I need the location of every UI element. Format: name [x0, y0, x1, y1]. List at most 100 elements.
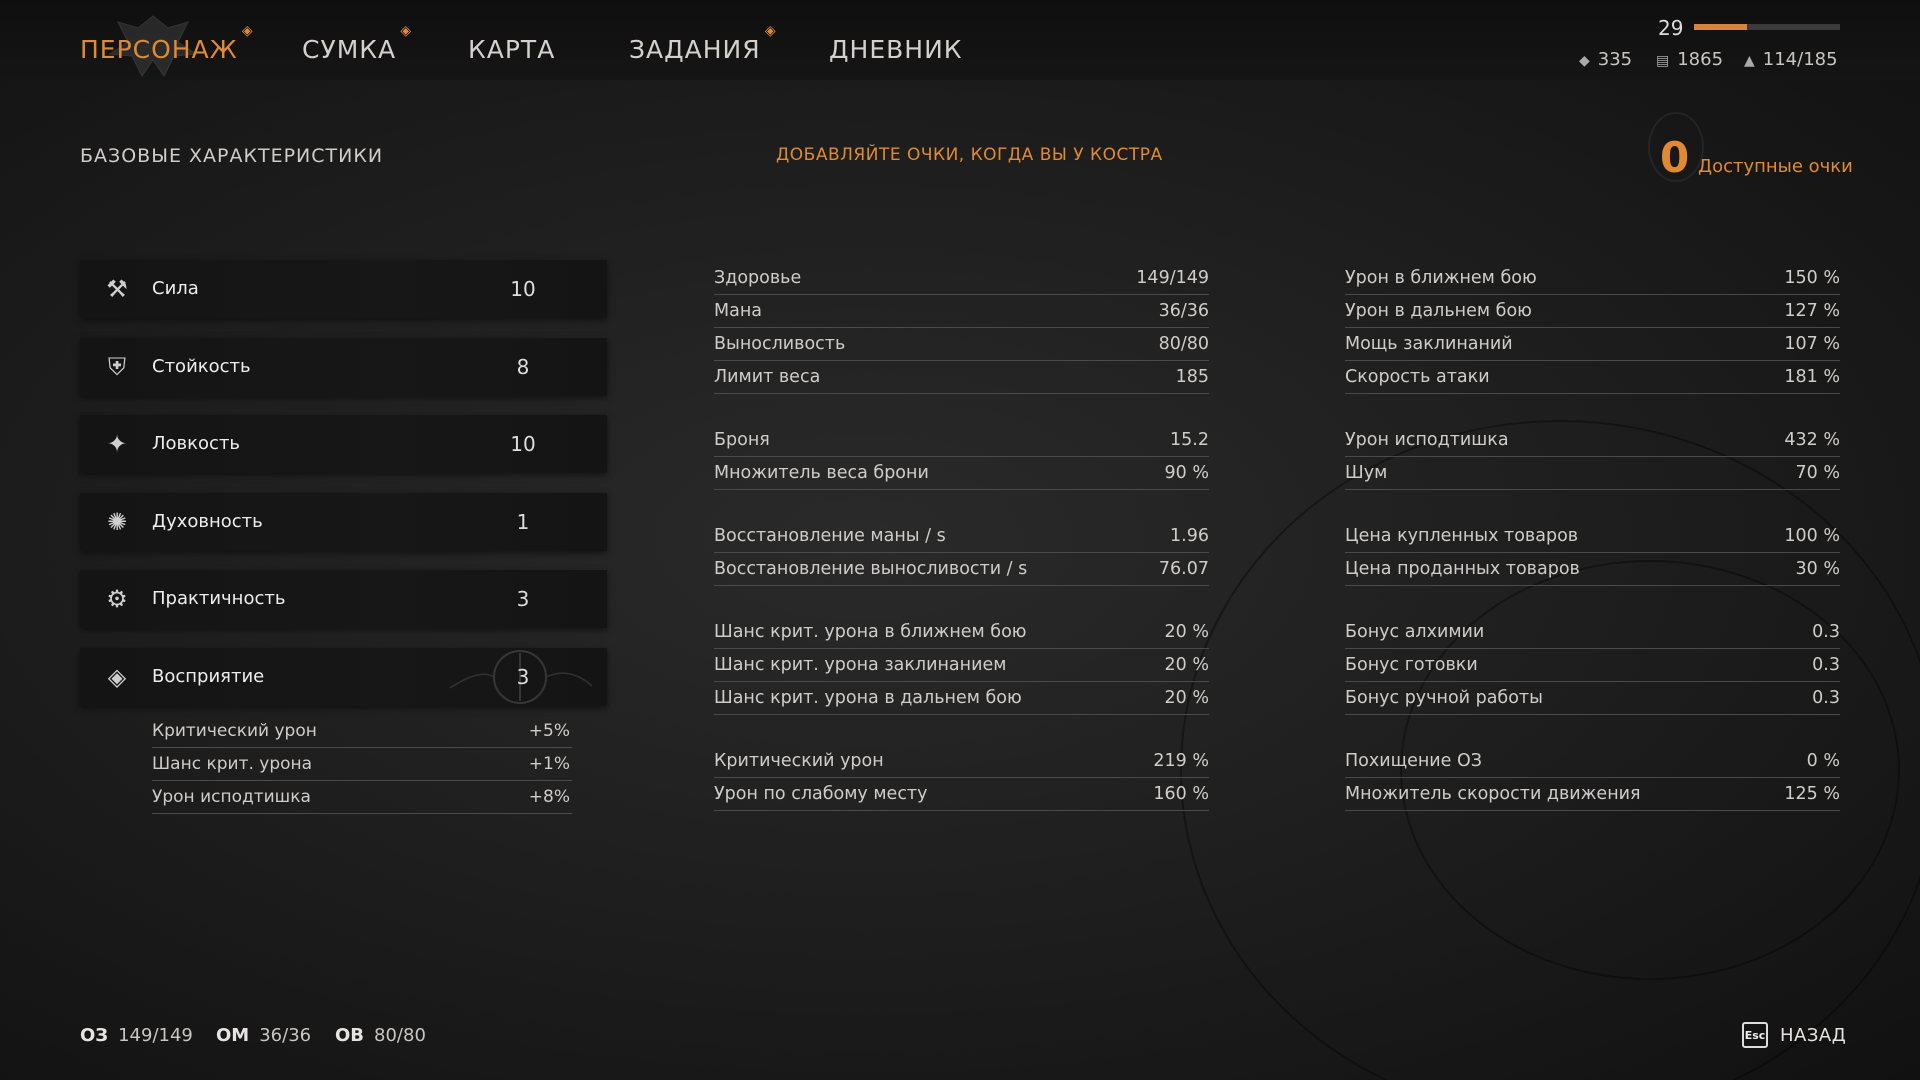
stat-row: Скорость атаки 181 %: [1345, 361, 1840, 394]
stat-label: Похищение ОЗ: [1345, 751, 1482, 771]
stat-value: 181 %: [1784, 367, 1840, 387]
stat-label: Шанс крит. урона заклинанием: [714, 655, 1007, 675]
stat-value: 160 %: [1153, 784, 1209, 804]
stat-row: Урон в ближнем бою 150 %: [1345, 262, 1840, 295]
stat-value: 70 %: [1795, 463, 1840, 483]
stat-row: Цена купленных товаров 100 %: [1345, 520, 1840, 553]
stat-label: Мана: [714, 301, 762, 321]
stat-row: Восстановление маны / s 1.96: [714, 520, 1209, 553]
stat-label: Шум: [1345, 463, 1388, 483]
stat-label: Множитель веса брони: [714, 463, 929, 483]
tab-label: СУМКА: [302, 35, 397, 64]
stat-row: Урон в дальнем бою 127 %: [1345, 295, 1840, 328]
tab-bag[interactable]: СУМКА ◈: [302, 23, 411, 64]
stat-value: 432 %: [1784, 430, 1840, 450]
stat-value: 1.96: [1170, 526, 1209, 546]
stat-value: 125 %: [1784, 784, 1840, 804]
stat-row: Выносливость 80/80: [714, 328, 1209, 361]
stamina-label: ОВ: [335, 1025, 365, 1046]
stat-row: Бонус алхимии 0.3: [1345, 616, 1840, 649]
footer-hp: ОЗ 149/149: [80, 1025, 193, 1046]
stat-value: 20 %: [1164, 622, 1209, 642]
new-marker-icon: ◈: [241, 23, 254, 39]
stat-value: 150 %: [1784, 268, 1840, 288]
stat-row: Бонус ручной работы 0.3: [1345, 682, 1840, 715]
constitution-icon: ⛨: [108, 353, 126, 381]
stat-row: Броня 15.2: [714, 424, 1209, 457]
stat-row: Мощь заклинаний 107 %: [1345, 328, 1840, 361]
new-marker-icon: ◈: [764, 23, 777, 39]
stat-label: Лимит веса: [714, 367, 821, 387]
mp-value: 36/36: [259, 1025, 312, 1046]
bonus-label: Шанс крит. урона: [152, 754, 313, 774]
attribute-name: Стойкость: [152, 356, 251, 377]
stat-row: Здоровье 149/149: [714, 262, 1209, 295]
spirit-icon: ✺: [106, 508, 128, 536]
stat-value: 20 %: [1164, 655, 1209, 675]
stat-row: Восстановление выносливости / s 76.07: [714, 553, 1209, 586]
perception-bonus-row: Шанс крит. урона +1%: [152, 748, 572, 781]
gold-counter: ▤ 1865: [1656, 49, 1723, 70]
perception-bonus-row: Урон исподтишка +8%: [152, 781, 572, 814]
attribute-perception[interactable]: ◈ Восприятие 3: [80, 648, 607, 706]
attribute-spirit[interactable]: ✺ Духовность 1: [80, 493, 607, 551]
hp-value: 149/149: [118, 1025, 193, 1046]
section-title: БАЗОВЫЕ ХАРАКТЕРИСТИКИ: [80, 145, 384, 167]
dexterity-icon: ✦: [106, 430, 128, 458]
stat-label: Урон в дальнем бою: [1345, 301, 1532, 321]
available-points-value: 0: [1660, 133, 1690, 182]
stat-row: Бонус готовки 0.3: [1345, 649, 1840, 682]
attribute-name: Сила: [152, 278, 199, 299]
weight-counter: ▲ 114/185: [1744, 49, 1838, 70]
stat-value: 127 %: [1784, 301, 1840, 321]
stat-label: Броня: [714, 430, 770, 450]
stat-label: Бонус ручной работы: [1345, 688, 1543, 708]
stat-value: 0 %: [1806, 751, 1840, 771]
campfire-hint: ДОБАВЛЯЙТЕ ОЧКИ, КОГДА ВЫ У КОСТРА: [776, 145, 1163, 165]
gold-value: 1865: [1677, 49, 1724, 70]
tab-journal[interactable]: ДНЕВНИК: [829, 35, 963, 64]
attribute-dexterity[interactable]: ✦ Ловкость 10: [80, 415, 607, 473]
bonus-value: +8%: [528, 787, 570, 807]
stat-label: Бонус алхимии: [1345, 622, 1485, 642]
weight-icon: ▲: [1744, 53, 1755, 69]
shard-icon: ◆: [1579, 53, 1590, 69]
attribute-name: Восприятие: [152, 666, 265, 687]
stat-label: Скорость атаки: [1345, 367, 1490, 387]
stat-label: Шанс крит. урона в дальнем бою: [714, 688, 1022, 708]
stat-label: Выносливость: [714, 334, 846, 354]
tab-character[interactable]: ПЕРСОНАЖ ◈: [80, 23, 253, 64]
resource-a-value: 335: [1597, 49, 1633, 70]
stamina-value: 80/80: [374, 1025, 426, 1046]
footer-mp: ОМ 36/36: [216, 1025, 311, 1046]
xp-bar-fill: [1694, 24, 1747, 30]
stat-value: 30 %: [1795, 559, 1840, 579]
stat-label: Урон в ближнем бою: [1345, 268, 1537, 288]
stat-label: Цена купленных товаров: [1345, 526, 1579, 546]
stat-label: Мощь заклинаний: [1345, 334, 1513, 354]
available-points-label: Доступные очки: [1698, 156, 1853, 177]
bonus-value: +1%: [528, 754, 570, 774]
attribute-value: 10: [510, 277, 536, 301]
attribute-name: Духовность: [152, 511, 263, 532]
stat-row: Мана 36/36: [714, 295, 1209, 328]
bonus-label: Критический урон: [152, 721, 317, 741]
hp-label: ОЗ: [80, 1025, 109, 1046]
attribute-name: Ловкость: [152, 433, 241, 454]
stat-row: Цена проданных товаров 30 %: [1345, 553, 1840, 586]
attribute-strength[interactable]: ⚒ Сила 10: [80, 260, 607, 318]
back-button[interactable]: НАЗАД: [1780, 1025, 1846, 1046]
stat-value: 185: [1175, 367, 1209, 387]
stat-row: Похищение ОЗ 0 %: [1345, 745, 1840, 778]
tab-quests[interactable]: ЗАДАНИЯ ◈: [629, 23, 776, 64]
attribute-constitution[interactable]: ⛨ Стойкость 8: [80, 338, 607, 396]
tab-map[interactable]: КАРТА: [468, 35, 555, 64]
stat-value: 100 %: [1784, 526, 1840, 546]
stat-label: Шанс крит. урона в ближнем бою: [714, 622, 1027, 642]
attribute-value: 1: [516, 510, 530, 534]
attribute-practicality[interactable]: ⚙ Практичность 3: [80, 570, 607, 628]
stat-row: Шанс крит. урона в ближнем бою 20 %: [714, 616, 1209, 649]
stat-value: 76.07: [1158, 559, 1209, 579]
attribute-value: 3: [516, 665, 530, 689]
coins-icon: ▤: [1656, 53, 1670, 69]
